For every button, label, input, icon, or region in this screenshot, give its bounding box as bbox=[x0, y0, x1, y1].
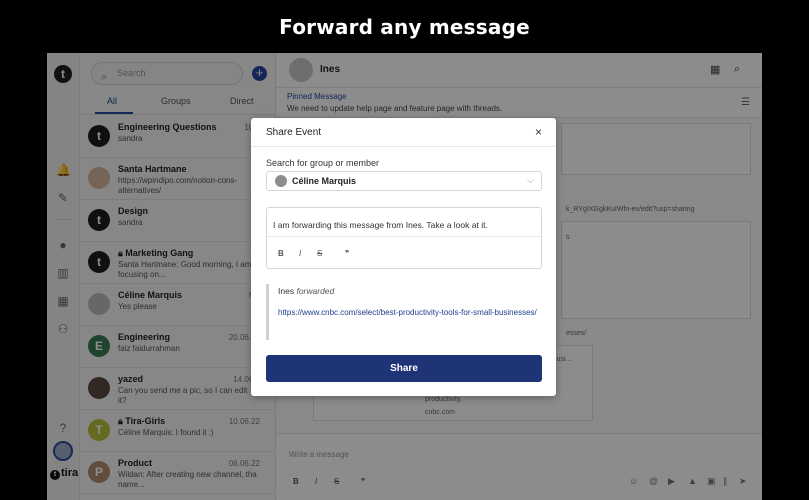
editor-divider bbox=[267, 236, 541, 237]
banner-title: Forward any message bbox=[279, 14, 530, 39]
promo-banner: Forward any message bbox=[0, 0, 809, 53]
search-label: Search for group or member bbox=[266, 158, 380, 168]
strike-button[interactable]: S bbox=[317, 249, 322, 258]
editor-text[interactable]: I am forwarding this message from Ines. … bbox=[273, 220, 488, 230]
share-event-modal: Share Event × Search for group or member… bbox=[251, 118, 556, 396]
chevron-down-icon[interactable]: ⌵ bbox=[527, 175, 534, 186]
message-editor[interactable]: I am forwarding this message from Ines. … bbox=[266, 207, 542, 269]
recipient-name: Céline Marquis bbox=[292, 176, 357, 186]
italic-button[interactable]: I bbox=[299, 249, 301, 258]
modal-divider bbox=[251, 146, 556, 147]
modal-title: Share Event bbox=[266, 127, 322, 138]
quote-button[interactable]: ❞ bbox=[345, 249, 349, 258]
share-button[interactable]: Share bbox=[266, 355, 542, 382]
recipient-avatar bbox=[275, 175, 287, 187]
forwarded-link[interactable]: https://www.cnbc.com/select/best-product… bbox=[278, 306, 538, 320]
recipient-select[interactable]: Céline Marquis ⌵ bbox=[266, 171, 542, 191]
forward-header: Ines forwarded bbox=[278, 286, 335, 296]
forwarded-message: Ines forwarded https://www.cnbc.com/sele… bbox=[266, 284, 542, 340]
bold-button[interactable]: B bbox=[278, 249, 284, 258]
close-icon[interactable]: × bbox=[535, 125, 542, 139]
